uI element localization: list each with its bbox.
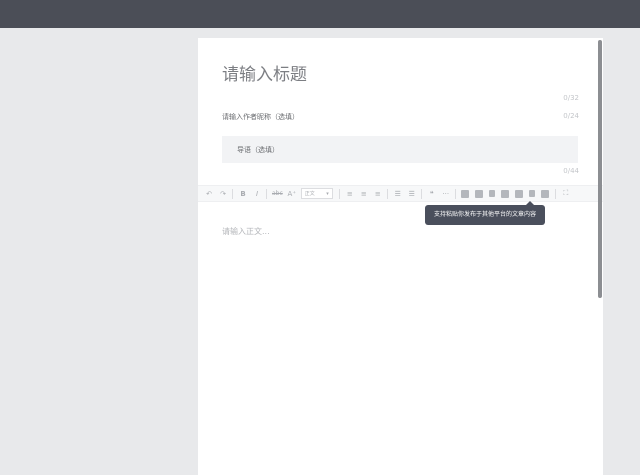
- ordered-list-icon[interactable]: ☰: [393, 188, 403, 200]
- font-size-button[interactable]: A⁺: [287, 188, 297, 200]
- summary-input[interactable]: 导语（选填）: [222, 136, 578, 163]
- bold-button[interactable]: B: [238, 188, 248, 200]
- image-icon[interactable]: [460, 189, 469, 198]
- author-input[interactable]: 请输入作者昵称（选填）: [222, 112, 299, 122]
- toolbar-divider: [420, 188, 422, 199]
- summary-char-count: 0/44: [563, 167, 579, 175]
- paragraph-style-select[interactable]: 正文 ▾: [300, 188, 333, 199]
- format-toolbar: ↶ ↷ B I abc A⁺ 正文 ▾ ≡ ≡ ≡ ☰ ☰ ❝ ··· ⛶: [198, 185, 603, 202]
- paste-tooltip: 支持粘贴你发布于其他平台的文章内容: [425, 201, 545, 225]
- link-icon[interactable]: [488, 190, 495, 197]
- align-left-icon[interactable]: ≡: [345, 188, 355, 200]
- toolbar-divider: [554, 188, 556, 199]
- undo-icon[interactable]: ↶: [204, 188, 214, 200]
- fullscreen-icon[interactable]: ⛶: [561, 188, 571, 200]
- toolbar-divider: [386, 188, 388, 199]
- align-right-icon[interactable]: ≡: [373, 188, 383, 200]
- toolbar-divider: [266, 188, 267, 199]
- toolbar-divider: [338, 188, 340, 199]
- title-input[interactable]: 请输入标题: [222, 60, 307, 85]
- strikethrough-button[interactable]: abc: [272, 188, 283, 200]
- body-input[interactable]: 请输入正文...: [222, 226, 270, 237]
- author-char-count: 0/24: [563, 112, 579, 120]
- italic-button[interactable]: I: [252, 188, 262, 200]
- more-icon[interactable]: ···: [441, 188, 451, 200]
- redo-icon[interactable]: ↷: [218, 188, 228, 200]
- table-icon[interactable]: [514, 189, 523, 198]
- paste-icon[interactable]: [540, 189, 549, 198]
- top-bar: [0, 0, 640, 28]
- toolbar-divider: [232, 188, 233, 199]
- emoji-icon[interactable]: [500, 189, 509, 198]
- article-editor: 请输入标题 0/32 请输入作者昵称（选填） 0/24 导语（选填） 0/44 …: [198, 38, 603, 475]
- video-icon[interactable]: [474, 189, 483, 198]
- quote-icon[interactable]: ❝: [427, 188, 437, 200]
- summary-placeholder: 导语（选填）: [237, 146, 279, 154]
- scrollbar[interactable]: [598, 40, 602, 298]
- chevron-down-icon: ▾: [326, 190, 329, 197]
- paragraph-style-value: 正文: [304, 191, 315, 197]
- tooltip-text: 支持粘贴你发布于其他平台的文章内容: [433, 211, 536, 218]
- toolbar-divider: [454, 188, 456, 199]
- document-icon[interactable]: [528, 190, 535, 197]
- align-center-icon[interactable]: ≡: [359, 188, 369, 200]
- title-char-count: 0/32: [563, 94, 579, 102]
- unordered-list-icon[interactable]: ☰: [407, 188, 417, 200]
